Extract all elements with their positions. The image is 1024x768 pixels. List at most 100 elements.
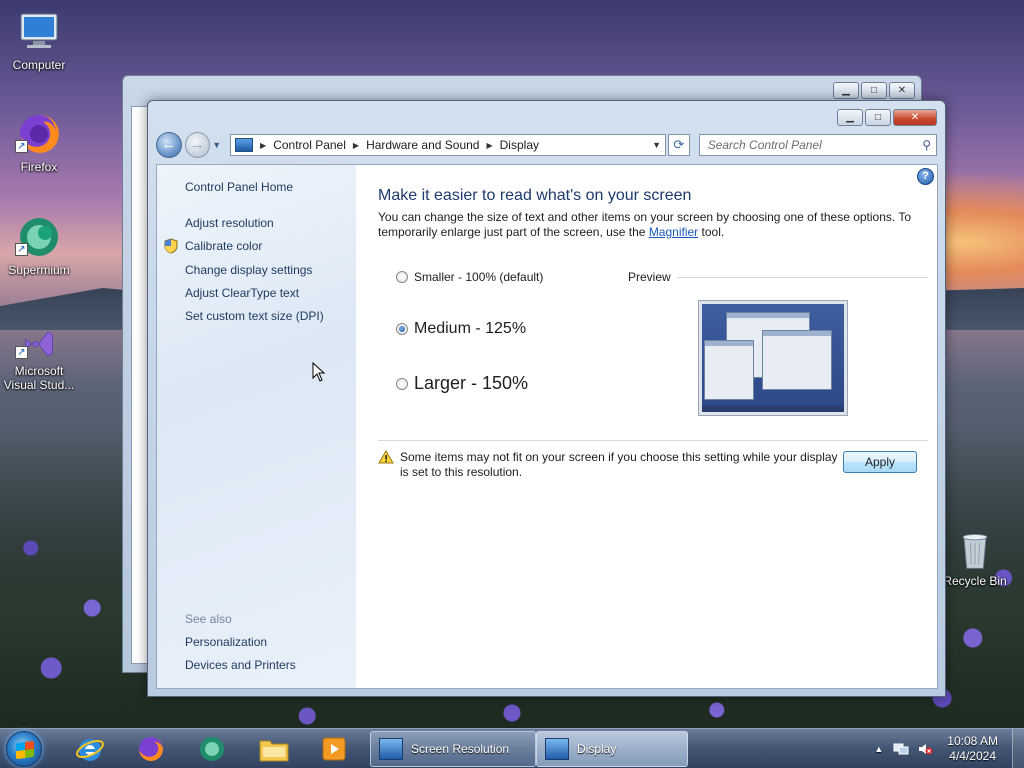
apply-button[interactable]: Apply xyxy=(843,451,917,473)
start-button[interactable] xyxy=(6,731,42,767)
custom-text-size-link[interactable]: Set custom text size (DPI) xyxy=(185,309,324,323)
clock-date: 4/4/2024 xyxy=(949,749,996,763)
navigation-bar: ← → ▼ ▶ Control Panel ▶ Hardware and Sou… xyxy=(156,131,937,159)
close-button[interactable]: ✕ xyxy=(889,82,915,99)
pinned-media-player[interactable] xyxy=(308,732,360,766)
change-display-settings-link[interactable]: Change display settings xyxy=(185,263,312,277)
minimize-button[interactable]: ▁ xyxy=(837,109,863,126)
uac-shield-icon xyxy=(164,238,178,254)
taskbar: Screen Resolution Display ▲ 10:08 AM 4/4… xyxy=(0,728,1024,768)
desktop-icon-label: Computer xyxy=(12,58,66,72)
search-input[interactable]: Search Control Panel ⚲ xyxy=(698,134,937,156)
pinned-internet-explorer[interactable] xyxy=(64,732,116,766)
radio-button-selected[interactable] xyxy=(396,323,408,335)
desktop-icon-visual-studio[interactable]: ↗ Microsoft Visual Stud... xyxy=(1,326,77,392)
pinned-supermium[interactable] xyxy=(186,732,238,766)
computer-icon xyxy=(20,13,58,48)
preview-divider xyxy=(678,277,928,278)
close-button[interactable]: ✕ xyxy=(893,109,937,126)
shortcut-arrow-icon: ↗ xyxy=(15,243,28,256)
taskbar-button-display[interactable]: Display xyxy=(536,731,688,767)
magnifier-link[interactable]: Magnifier xyxy=(649,225,698,239)
show-desktop-button[interactable] xyxy=(1012,729,1024,768)
search-icon[interactable]: ⚲ xyxy=(922,138,931,152)
show-hidden-icons-icon[interactable]: ▲ xyxy=(874,744,883,754)
recycle-bin-icon xyxy=(962,533,988,569)
desktop-icon-supermium[interactable]: ↗ Supermium xyxy=(1,213,77,277)
clock-time: 10:08 AM xyxy=(947,734,998,748)
option-medium[interactable]: Medium - 125% xyxy=(396,320,526,338)
desktop-icon-computer[interactable]: Computer xyxy=(1,8,77,72)
taskbar-button-label: Display xyxy=(577,742,617,756)
control-panel-icon xyxy=(235,138,254,152)
back-button[interactable]: ← xyxy=(156,132,182,158)
option-label: Larger - 150% xyxy=(414,373,529,393)
pinned-firefox[interactable] xyxy=(125,732,177,766)
description-text: tool. xyxy=(698,225,725,239)
see-also-heading: See also xyxy=(185,612,232,626)
radio-button[interactable] xyxy=(396,271,408,283)
internet-explorer-icon xyxy=(76,739,104,761)
taskbar-button-label: Screen Resolution xyxy=(411,742,510,756)
adjust-cleartype-link[interactable]: Adjust ClearType text xyxy=(185,286,299,300)
breadcrumb-hardware-and-sound[interactable]: Hardware and Sound xyxy=(362,138,483,152)
breadcrumb-display[interactable]: Display xyxy=(496,138,543,152)
control-panel-home-link[interactable]: Control Panel Home xyxy=(185,180,293,194)
calibrate-color-link[interactable]: Calibrate color xyxy=(185,239,262,253)
task-pane: Control Panel Home Adjust resolution Cal… xyxy=(157,165,356,688)
page-description: You can change the size of text and othe… xyxy=(378,210,918,240)
pinned-file-explorer[interactable] xyxy=(248,732,300,766)
page-title: Make it easier to read what's on your sc… xyxy=(378,187,692,204)
desktop-icon-recycle-bin[interactable]: Recycle Bin xyxy=(937,528,1013,588)
search-placeholder: Search Control Panel xyxy=(707,138,822,152)
system-clock[interactable]: 10:08 AM 4/4/2024 xyxy=(947,734,998,764)
help-icon[interactable]: ? xyxy=(917,168,934,185)
taskbar-button-screen-resolution[interactable]: Screen Resolution xyxy=(370,731,536,767)
breadcrumb-separator-icon[interactable]: ▶ xyxy=(257,141,269,150)
windows-logo-icon xyxy=(16,740,34,760)
folder-icon xyxy=(259,740,289,762)
supermium-icon xyxy=(200,737,224,761)
desktop-icon-label: Microsoft Visual Stud... xyxy=(3,364,75,392)
warning-message: Some items may not fit on your screen if… xyxy=(400,450,838,479)
maximize-button[interactable]: □ xyxy=(861,82,887,99)
display-window[interactable]: ▁ □ ✕ ← → ▼ ▶ Control Panel ▶ Hardware a… xyxy=(147,100,946,697)
desktop-icon-label: Firefox xyxy=(20,160,58,174)
address-dropdown-icon[interactable]: ▼ xyxy=(652,140,661,150)
notification-area: ▲ 10:08 AM 4/4/2024 xyxy=(874,729,1024,768)
radio-button[interactable] xyxy=(396,377,408,390)
desktop-icon-label: Supermium xyxy=(8,263,70,277)
option-smaller[interactable]: Smaller - 100% (default) xyxy=(396,270,543,284)
network-icon[interactable] xyxy=(893,742,909,756)
personalization-link[interactable]: Personalization xyxy=(185,635,267,649)
breadcrumb-control-panel[interactable]: Control Panel xyxy=(269,138,350,152)
window-caption-buttons: ▁ □ ✕ xyxy=(833,82,915,99)
breadcrumb-separator-icon[interactable]: ▶ xyxy=(483,141,495,150)
forward-button[interactable]: → xyxy=(184,132,211,158)
option-label: Medium - 125% xyxy=(414,320,527,337)
maximize-button[interactable]: □ xyxy=(865,109,891,126)
adjust-resolution-link[interactable]: Adjust resolution xyxy=(185,216,274,230)
address-bar[interactable]: ▶ Control Panel ▶ Hardware and Sound ▶ D… xyxy=(230,134,667,156)
devices-and-printers-link[interactable]: Devices and Printers xyxy=(185,658,296,672)
refresh-button[interactable]: ⟳ xyxy=(668,134,690,156)
window-caption-buttons: ▁ □ ✕ xyxy=(837,109,937,126)
section-divider xyxy=(378,440,928,441)
window-content: Control Panel Home Adjust resolution Cal… xyxy=(156,164,938,689)
preview-label: Preview xyxy=(628,270,671,284)
volume-muted-icon[interactable] xyxy=(917,742,933,756)
desktop-icon-firefox[interactable]: ↗ Firefox xyxy=(1,110,77,174)
option-larger[interactable]: Larger - 150% xyxy=(396,373,528,394)
description-text: You can change the size of text and othe… xyxy=(378,210,912,239)
shortcut-arrow-icon: ↗ xyxy=(15,140,28,153)
firefox-icon xyxy=(139,737,163,761)
media-player-icon xyxy=(322,737,346,761)
recent-pages-dropdown[interactable]: ▼ xyxy=(212,140,224,150)
breadcrumb-separator-icon[interactable]: ▶ xyxy=(350,141,362,150)
main-pane: ? Make it easier to read what's on your … xyxy=(356,165,937,688)
minimize-button[interactable]: ▁ xyxy=(833,82,859,99)
desktop-icon-label: Recycle Bin xyxy=(943,574,1007,588)
mouse-cursor-icon xyxy=(312,362,326,382)
shortcut-arrow-icon: ↗ xyxy=(15,346,28,359)
option-label: Smaller - 100% (default) xyxy=(414,270,544,284)
